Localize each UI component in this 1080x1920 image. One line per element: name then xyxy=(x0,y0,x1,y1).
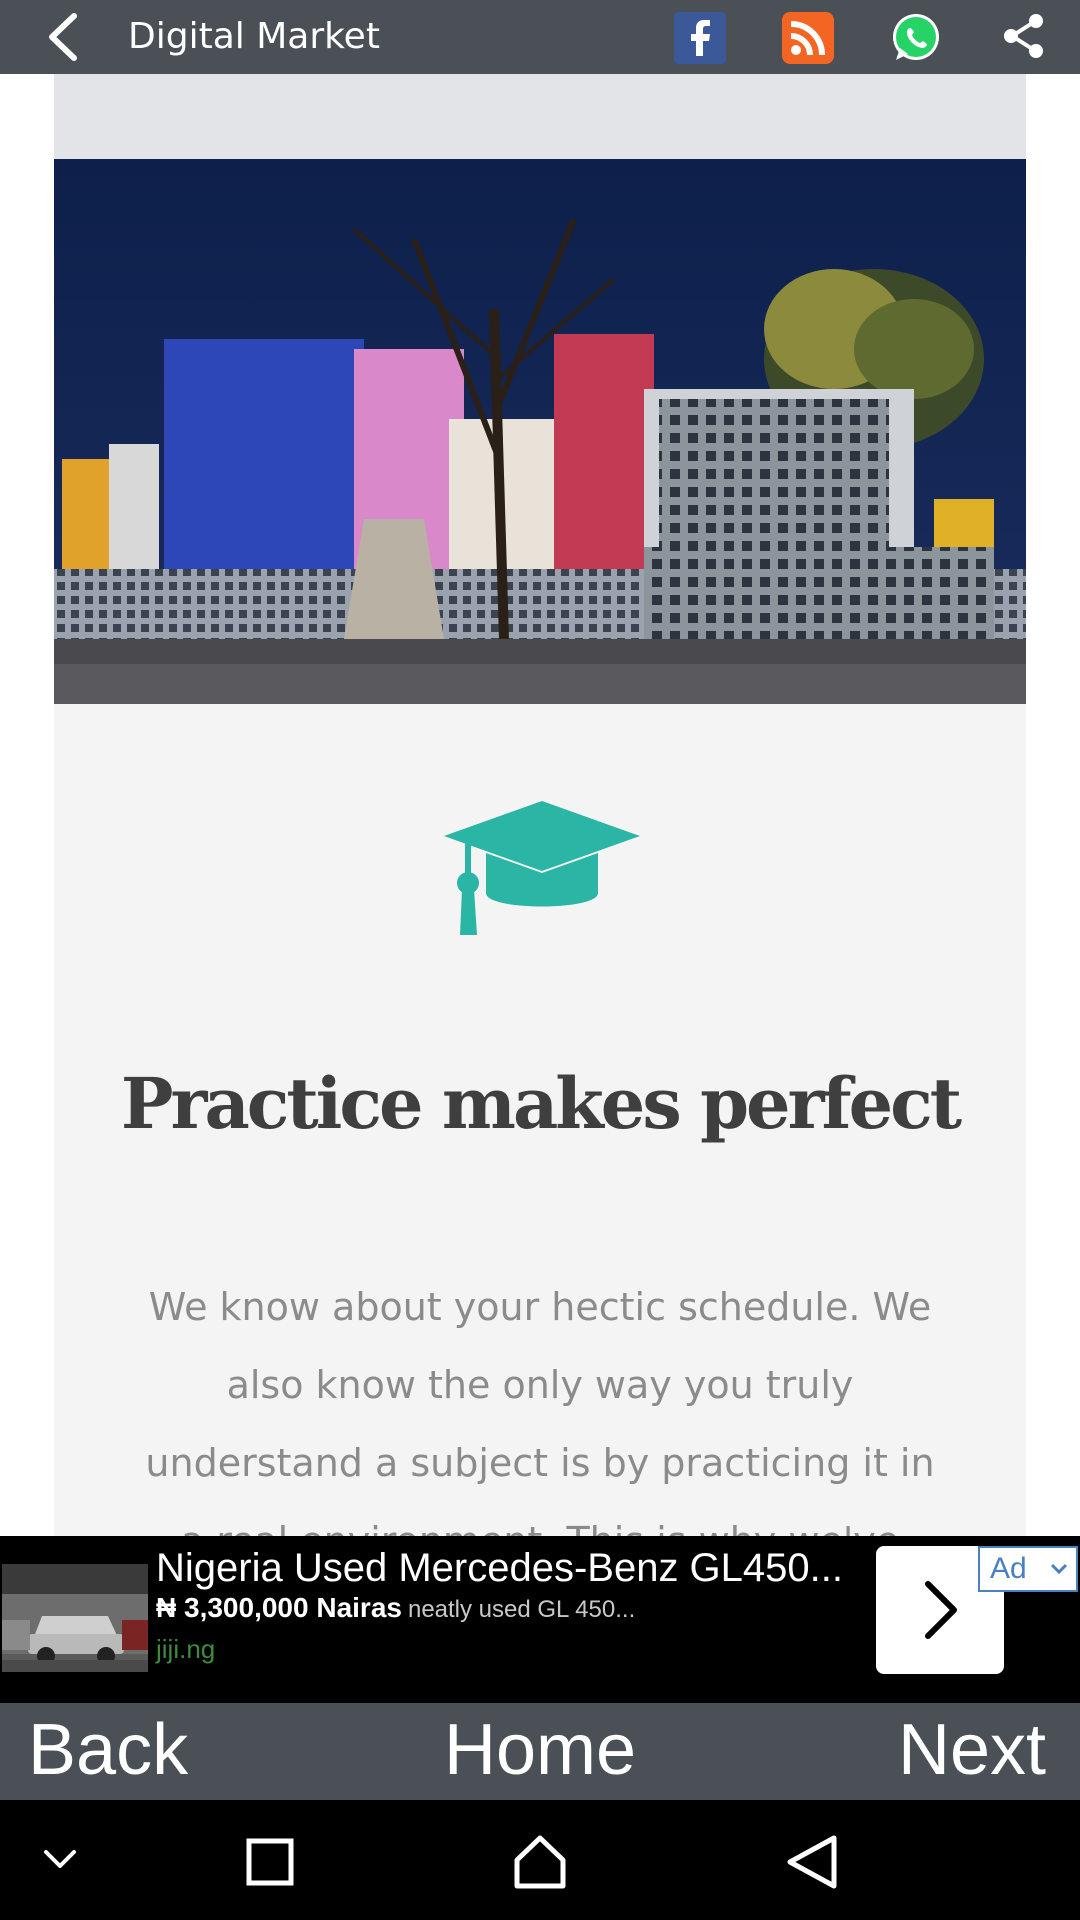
back-arrow-icon[interactable] xyxy=(40,10,90,64)
ad-price: ₦ 3,300,000 Nairas xyxy=(156,1592,402,1623)
share-icon[interactable] xyxy=(998,12,1050,64)
whatsapp-icon[interactable] xyxy=(890,12,942,64)
ad-badge-label: Ad xyxy=(990,1552,1027,1585)
rss-icon[interactable] xyxy=(782,12,834,64)
header-band xyxy=(54,74,1026,159)
content-card: Practice makes perfect We know about you… xyxy=(54,74,1026,1536)
facebook-icon[interactable] xyxy=(674,12,726,64)
system-nav-bar xyxy=(0,1800,1080,1920)
ad-title[interactable]: Nigeria Used Mercedes-Benz GL450... xyxy=(156,1546,856,1591)
ad-price-line: ₦ 3,300,000 Nairas neatly used GL 450... xyxy=(156,1592,635,1624)
bottom-nav: Back Home Next xyxy=(0,1703,1080,1800)
ad-banner[interactable]: Nigeria Used Mercedes-Benz GL450... ₦ 3,… xyxy=(0,1536,1080,1703)
ad-thumbnail[interactable] xyxy=(2,1564,148,1672)
next-button[interactable]: Next xyxy=(898,1709,1046,1791)
recent-apps-icon[interactable] xyxy=(246,1838,294,1891)
back-button[interactable]: Back xyxy=(28,1709,188,1791)
hero-image xyxy=(54,159,1026,704)
section-paragraph: We know about your hectic schedule. We a… xyxy=(145,1285,935,1536)
app-bar: Digital Market xyxy=(0,0,1080,74)
back-triangle-icon[interactable] xyxy=(784,1834,840,1895)
ad-description: neatly used GL 450... xyxy=(407,1596,636,1623)
home-button[interactable]: Home xyxy=(444,1709,636,1791)
app-title: Digital Market xyxy=(128,16,380,57)
section-heading: Practice makes perfect xyxy=(120,1062,962,1145)
graduation-cap-icon xyxy=(444,801,640,935)
ad-domain: jiji.ng xyxy=(156,1634,216,1664)
home-icon[interactable] xyxy=(512,1834,568,1895)
ad-choices-badge[interactable]: Ad xyxy=(978,1546,1078,1592)
collapse-chevron-icon[interactable] xyxy=(40,1844,80,1877)
chevron-down-icon xyxy=(1050,1563,1068,1575)
